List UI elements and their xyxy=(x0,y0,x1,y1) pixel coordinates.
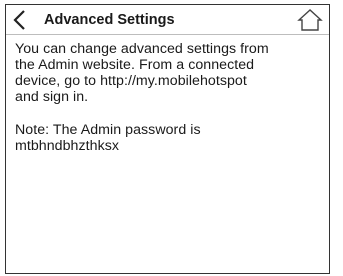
home-icon xyxy=(297,9,323,31)
content-area: You can change advanced settings from th… xyxy=(15,41,321,154)
home-button[interactable] xyxy=(297,8,323,32)
intro-line: device, go to http://my.mobilehotspot xyxy=(15,73,247,89)
device-screen: Advanced Settings You can change advance… xyxy=(5,4,330,274)
chevron-left-icon xyxy=(13,10,25,30)
intro-text: You can change advanced settings from th… xyxy=(15,41,321,105)
note-label: Note: The Admin password is xyxy=(15,122,201,138)
page-title: Advanced Settings xyxy=(44,12,175,28)
intro-line: You can change advanced settings from xyxy=(15,41,269,57)
admin-password-value: mtbhndbhzthksx xyxy=(15,138,120,154)
intro-line: and sign in. xyxy=(15,89,89,105)
header-bar: Advanced Settings xyxy=(6,5,329,35)
password-note: Note: The Admin password is mtbhndbhzthk… xyxy=(15,122,321,154)
back-button[interactable] xyxy=(10,8,32,32)
intro-line: the Admin website. From a connected xyxy=(15,57,255,73)
